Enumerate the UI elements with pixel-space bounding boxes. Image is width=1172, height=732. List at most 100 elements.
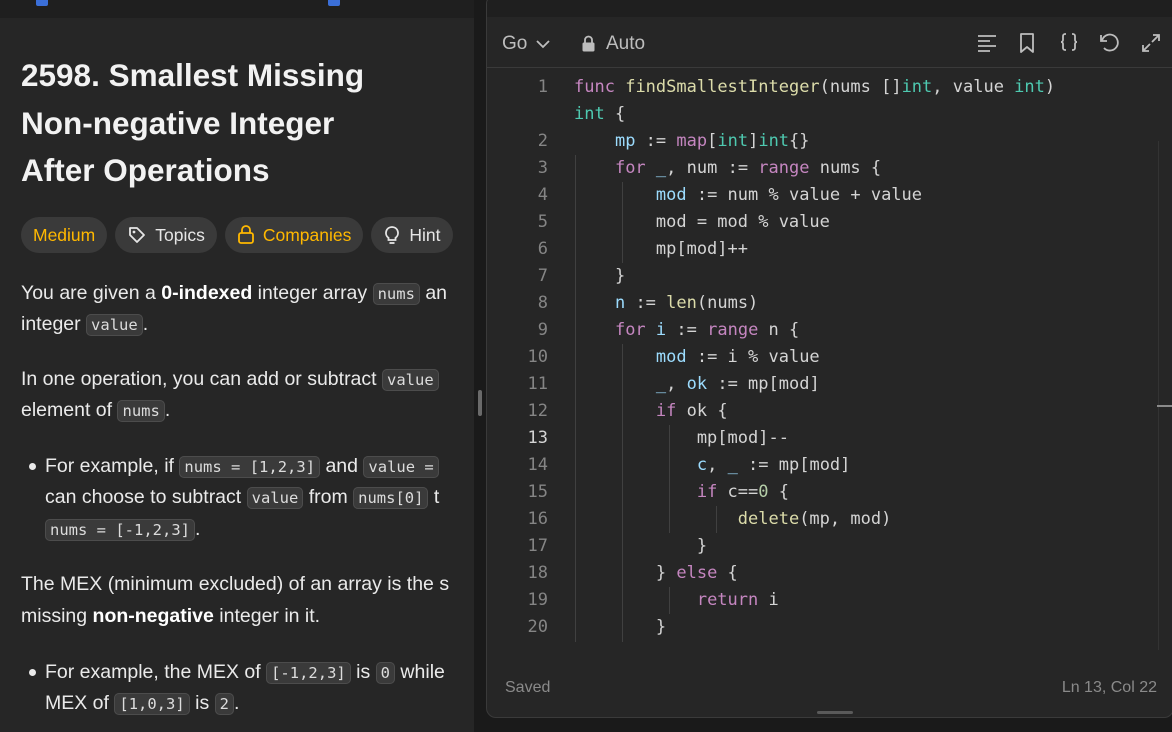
line-number: 7 (537, 266, 548, 286)
text: . (194, 518, 201, 540)
text: You are given a (21, 282, 162, 304)
lock-icon (237, 225, 254, 244)
companies-button[interactable]: Companies (224, 217, 364, 253)
title-line: Non-negative Integer (21, 104, 335, 141)
code-text: for i := range n { (614, 320, 800, 340)
text: and (320, 455, 364, 477)
console-resize-handle[interactable] (817, 711, 853, 714)
code-text: } (574, 266, 626, 286)
text: For example, the MEX of (45, 661, 267, 683)
topics-button[interactable]: Topics (115, 217, 217, 253)
code-text: } (574, 536, 708, 556)
code-text: n := len(nums) (614, 293, 759, 313)
tab-icon[interactable] (328, 0, 340, 6)
code-line[interactable]: 3 for _, num := range nums { (487, 155, 1172, 182)
bullet (29, 463, 39, 473)
text: integer (21, 313, 87, 335)
description-paragraph: In one operation, you can add or subtrac… (21, 364, 474, 396)
code-line[interactable]: 4 mod := num % value + value (487, 182, 1172, 209)
list-item: MEX of [1,0,3] is 2. (45, 688, 474, 720)
code-line[interactable]: 7 } (487, 263, 1172, 290)
panel-resize-handle[interactable] (478, 390, 482, 416)
code-text: } else { (574, 563, 738, 583)
text: integer array (252, 282, 373, 304)
code-line[interactable]: 10 mod := i % value (487, 344, 1172, 371)
description-paragraph: element of nums. (21, 395, 474, 427)
hint-button[interactable]: Hint (371, 217, 453, 253)
code-line[interactable]: 5 mod = mod % value (487, 209, 1172, 236)
code-line[interactable]: 15 if c==0 { (487, 479, 1172, 506)
text: while (395, 661, 445, 683)
code-line[interactable]: 12 if ok { (487, 398, 1172, 425)
line-number: 11 (527, 374, 548, 394)
text: integer in it. (213, 605, 321, 627)
list-item: For example, the MEX of [-1,2,3] is 0 wh… (45, 657, 474, 689)
undo-icon[interactable] (1097, 31, 1121, 55)
tab-icon[interactable] (36, 0, 48, 6)
code-line[interactable]: 11 _, ok := mp[mod] (487, 371, 1172, 398)
code-text: return i (696, 590, 779, 610)
code-line[interactable]: 8 n := len(nums) (487, 290, 1172, 317)
inline-code: nums = [1,2,3] (179, 456, 321, 478)
code-line[interactable]: 17 } (487, 533, 1172, 560)
format-code-icon[interactable] (975, 31, 999, 55)
line-number: 4 (537, 185, 548, 205)
editor-status-bar: Saved Ln 13, Col 22 (487, 669, 1172, 699)
text: . (164, 399, 171, 421)
language-label: Go (502, 33, 528, 54)
code-text: mp[mod]-- (574, 428, 789, 448)
line-number: 5 (537, 212, 548, 232)
language-selector[interactable]: Go (502, 33, 551, 55)
code-line[interactable]: 18 } else { (487, 560, 1172, 587)
tag-icon (129, 227, 146, 243)
code-text: int { (574, 104, 626, 124)
code-line[interactable]: 19 return i (487, 587, 1172, 614)
line-number: 13 (527, 428, 548, 448)
code-text: mp[mod]++ (574, 239, 748, 259)
code-line[interactable]: 13 mp[mod]-- (487, 425, 1172, 452)
text: The MEX (minimum excluded) of an array i… (21, 573, 450, 595)
code-text: if ok { (655, 401, 728, 421)
description-tab-bar (0, 0, 474, 18)
inline-code: value (246, 487, 304, 509)
code-text: _, ok := mp[mod] (655, 374, 820, 394)
expand-icon[interactable] (1139, 31, 1163, 55)
difficulty-badge: Medium (21, 217, 108, 253)
auto-mode-toggle[interactable]: Auto (581, 33, 645, 55)
code-line[interactable]: 9 for i := range n { (487, 317, 1172, 344)
code-editor[interactable]: 1 func findSmallestInteger(nums []int, va… (487, 68, 1172, 650)
line-number: 8 (537, 293, 548, 313)
problem-panel: 2598. Smallest Missing Non-negative Inte… (0, 0, 474, 732)
code-text: if c==0 { (696, 482, 789, 502)
bullet (29, 669, 39, 679)
braces-icon[interactable] (1057, 31, 1081, 55)
line-number: 16 (527, 509, 548, 529)
code-line[interactable]: 2 mp := map[int]int{} (487, 128, 1172, 155)
inline-code: value (382, 369, 439, 391)
code-text: } (574, 617, 667, 637)
code-line[interactable]: 1 func findSmallestInteger(nums []int, va… (487, 74, 1172, 101)
code-line[interactable]: 14 c, _ := mp[mod] (487, 452, 1172, 479)
code-line[interactable]: 16 delete(mp, mod) (487, 506, 1172, 533)
inline-code: nums (117, 400, 165, 422)
line-number: 19 (527, 590, 548, 610)
text: . (233, 692, 240, 714)
code-line[interactable]: 20 } (487, 614, 1172, 641)
line-number: 12 (527, 401, 548, 421)
line-number: 20 (527, 617, 548, 637)
text: from (303, 486, 354, 508)
description-paragraph: You are given a 0-indexed integer array … (21, 278, 474, 310)
chevron-down-icon (536, 40, 550, 49)
code-line[interactable]: int { (487, 101, 1172, 128)
text: is (350, 661, 376, 683)
title-line: 2598. Smallest Missing (21, 57, 365, 93)
editor-toolbar: Go Auto (487, 19, 1172, 68)
lock-icon (582, 35, 595, 52)
bookmark-icon[interactable] (1015, 31, 1039, 55)
code-line[interactable]: 6 mp[mod]++ (487, 236, 1172, 263)
text: can choose to subtract (45, 486, 247, 508)
code-text: mp := map[int]int{} (614, 131, 810, 151)
description-paragraph: The MEX (minimum excluded) of an array i… (21, 569, 474, 600)
title-line: After Operations (21, 152, 270, 188)
inline-code: 0 (375, 662, 396, 684)
